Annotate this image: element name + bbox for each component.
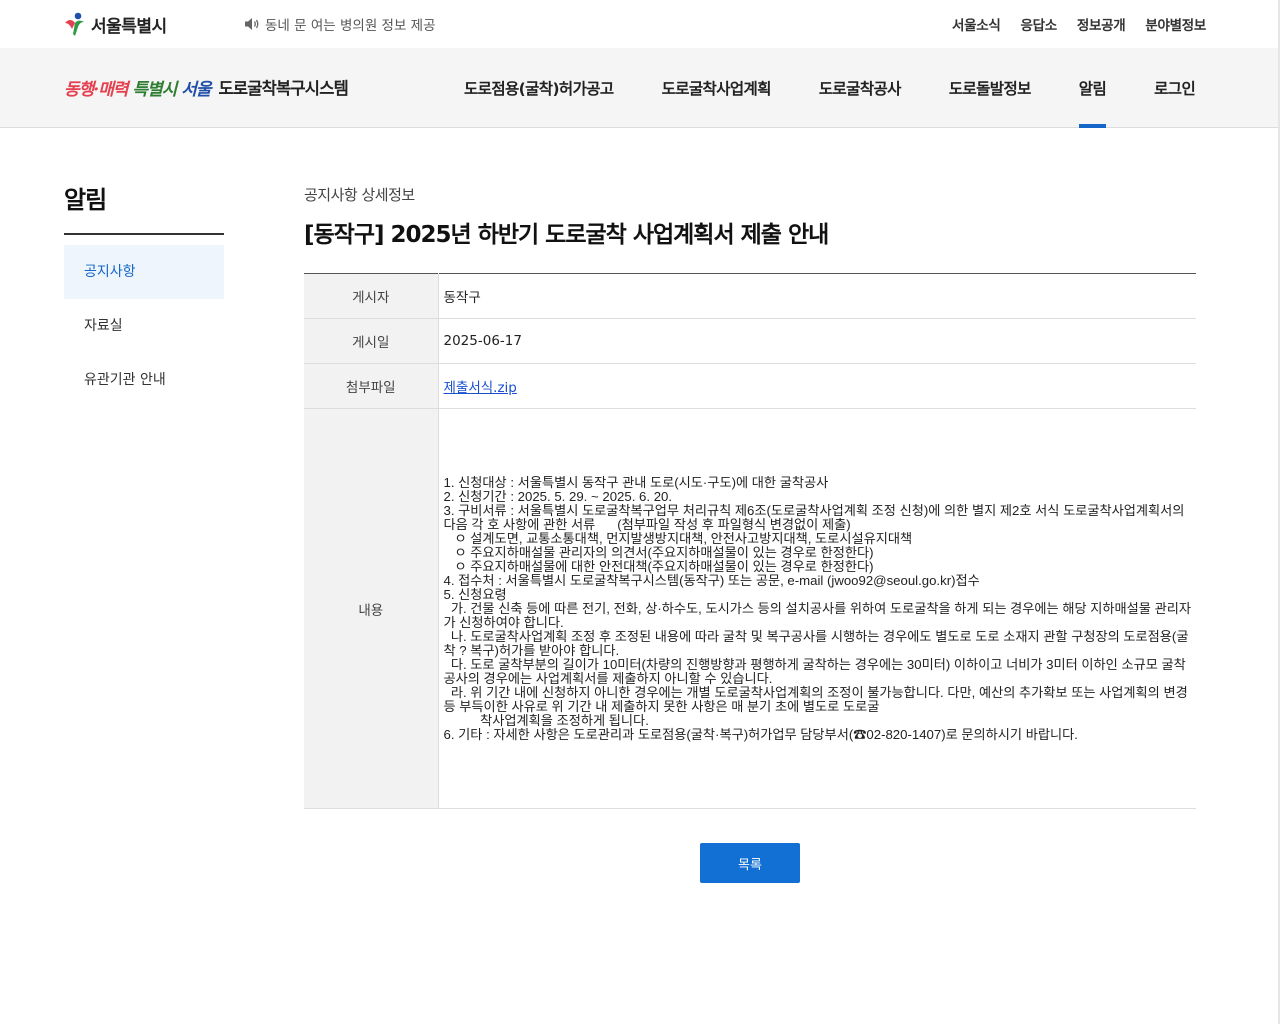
util-link-field-info[interactable]: 분야별정보 bbox=[1145, 14, 1206, 34]
side-nav: 알림 공지사항 자료실 유관기관 안내 bbox=[64, 180, 224, 407]
gnb-item-notice[interactable]: 알림 bbox=[1055, 48, 1130, 128]
util-link-seoul-news[interactable]: 서울소식 bbox=[952, 14, 1001, 34]
table-row-author: 게시자 동작구 bbox=[304, 273, 1196, 319]
notice-text: 동네 문 여는 병의원 정보 제공 bbox=[265, 18, 436, 34]
author-value: 동작구 bbox=[438, 273, 1196, 319]
date-label: 게시일 bbox=[304, 318, 439, 364]
utility-menu: 서울소식 응답소 정보공개 분야별정보 bbox=[952, 14, 1206, 34]
global-nav: 도로점용(굴착)허가공고 도로굴착사업계획 도로굴착공사 도로돌발정보 알림 로… bbox=[440, 48, 1219, 128]
body-cell: 1. 신청대상 : 서울특별시 동작구 관내 도로(시도·구도)에 대한 굴착공… bbox=[438, 408, 1196, 809]
gnb-item-occupancy-permit[interactable]: 도로점용(굴착)허가공고 bbox=[440, 48, 638, 127]
top-utility-bar: 서울특별시 동네 문 여는 병의원 정보 제공 서울소식 응답소 정보공개 분야… bbox=[0, 0, 1280, 48]
list-button[interactable]: 목록 bbox=[700, 843, 800, 883]
seoul-slogan-logo: 동행·매력 특별시 서울 bbox=[64, 79, 212, 100]
table-row-attachment: 첨부파일 제출서식.zip bbox=[304, 363, 1196, 409]
main-header: 동행·매력 특별시 서울 도로굴착복구시스템 도로점용(굴착)허가공고 도로굴착… bbox=[0, 48, 1280, 128]
speaker-icon bbox=[245, 18, 259, 30]
sidebar-item-archive[interactable]: 자료실 bbox=[64, 299, 224, 353]
detail-table: 게시자 동작구 게시일 2025-06-17 첨부파일 제출서식.zip 내용 … bbox=[304, 273, 1196, 809]
attachment-link[interactable]: 제출서식.zip bbox=[444, 380, 517, 396]
notice-body-text: 1. 신청대상 : 서울특별시 동작구 관내 도로(시도·구도)에 대한 굴착공… bbox=[443, 474, 1191, 742]
body-label: 내용 bbox=[304, 408, 439, 809]
section-subtitle: 공지사항 상세정보 bbox=[304, 186, 415, 204]
util-link-info-disclosure[interactable]: 정보공개 bbox=[1077, 14, 1126, 34]
gnb-item-excavation-work[interactable]: 도로굴착공사 bbox=[795, 48, 925, 127]
system-brand[interactable]: 동행·매력 특별시 서울 도로굴착복구시스템 bbox=[64, 70, 349, 104]
gnb-item-excavation-plan[interactable]: 도로굴착사업계획 bbox=[638, 48, 795, 127]
side-nav-list: 공지사항 자료실 유관기관 안내 bbox=[64, 245, 224, 407]
table-row-body: 내용 1. 신청대상 : 서울특별시 동작구 관내 도로(시도·구도)에 대한 … bbox=[304, 408, 1196, 809]
system-name: 도로굴착복구시스템 bbox=[218, 79, 349, 98]
seoul-symbol-icon bbox=[65, 12, 84, 36]
side-nav-title: 알림 bbox=[64, 180, 224, 235]
seoul-logo-text: 서울특별시 bbox=[91, 16, 167, 37]
attachment-label: 첨부파일 bbox=[304, 363, 439, 409]
notice-detail: 공지사항 상세정보 [동작구] 2025년 하반기 도로굴착 사업계획서 제출 … bbox=[304, 184, 1196, 809]
gnb-item-login[interactable]: 로그인 bbox=[1130, 48, 1219, 127]
table-row-date: 게시일 2025-06-17 bbox=[304, 318, 1196, 364]
gnb-item-road-incident[interactable]: 도로돌발정보 bbox=[925, 48, 1055, 127]
seoul-logo[interactable]: 서울특별시 bbox=[64, 10, 167, 38]
author-label: 게시자 bbox=[304, 273, 439, 319]
attachment-cell: 제출서식.zip bbox=[438, 363, 1196, 409]
notice-banner[interactable]: 동네 문 여는 병의원 정보 제공 bbox=[244, 14, 436, 34]
sidebar-item-related-agencies[interactable]: 유관기관 안내 bbox=[64, 353, 224, 407]
util-link-eungdapso[interactable]: 응답소 bbox=[1021, 14, 1058, 34]
page-title: [동작구] 2025년 하반기 도로굴착 사업계획서 제출 안내 bbox=[304, 222, 829, 248]
sidebar-item-notices[interactable]: 공지사항 bbox=[64, 245, 224, 299]
date-value: 2025-06-17 bbox=[438, 318, 1196, 364]
